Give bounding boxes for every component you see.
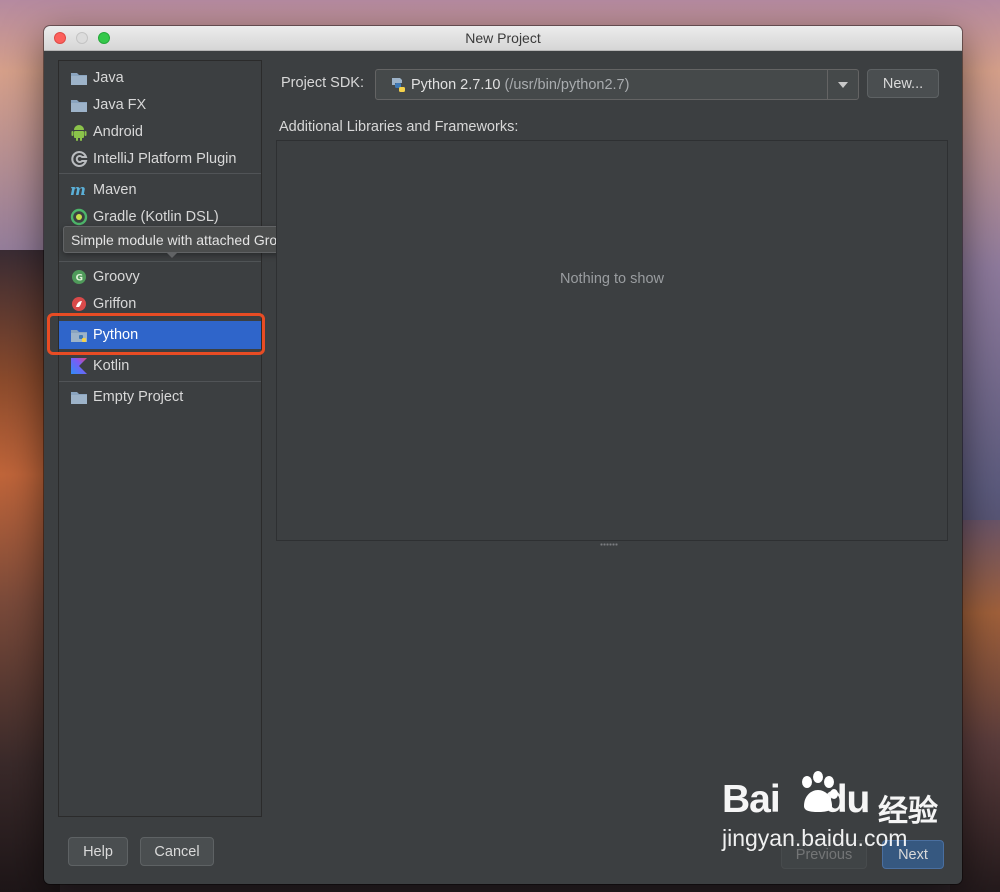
watermark-cn-text: 经验 [878, 795, 938, 828]
libraries-panel[interactable]: Nothing to show [276, 140, 948, 541]
list-item-label: Griffon [93, 296, 137, 312]
chevron-down-icon [838, 81, 848, 88]
list-item-intellij-platform-plugin[interactable]: IntelliJ Platform Plugin [59, 146, 261, 172]
libraries-label: Additional Libraries and Frameworks: [279, 119, 519, 135]
kotlin-icon [70, 357, 88, 375]
list-item-kotlin[interactable]: Kotlin [59, 353, 261, 379]
list-item-label: Android [93, 124, 143, 140]
list-item-android[interactable]: Android [59, 119, 261, 145]
list-separator [59, 173, 261, 174]
watermark-url: jingyan.baidu.com [722, 825, 908, 851]
title-bar: New Project [44, 26, 962, 51]
list-item-label: Java FX [93, 97, 147, 113]
new-project-dialog: New Project Java Java FX Android Intelli… [44, 26, 962, 884]
list-item-label: Python [93, 327, 139, 343]
list-item-empty-project[interactable]: Empty Project [59, 384, 261, 410]
list-item-label: Kotlin [93, 358, 130, 374]
project-type-list[interactable]: Java Java FX Android IntelliJ Platform P… [58, 60, 262, 817]
project-sdk-label: Project SDK: [281, 75, 364, 91]
android-icon [70, 123, 88, 141]
baidu-paw-icon [802, 771, 838, 812]
project-sdk-dropdown[interactable]: Python 2.7.10 (/usr/bin/python2.7) [375, 69, 859, 100]
groovy-icon: G [70, 268, 88, 286]
griffon-icon [70, 295, 88, 313]
window-title: New Project [465, 30, 541, 46]
list-item-label: Maven [93, 182, 137, 198]
folder-icon [70, 69, 88, 87]
folder-icon [70, 388, 88, 406]
list-item-label: Gradle (Kotlin DSL) [93, 209, 219, 225]
help-button[interactable]: Help [68, 837, 128, 866]
list-item-label: IntelliJ Platform Plugin [93, 151, 237, 167]
svg-text:G: G [76, 274, 83, 284]
list-item-java[interactable]: Java [59, 65, 261, 91]
tooltip-pointer [166, 252, 178, 258]
list-item-python[interactable]: Python [59, 321, 261, 349]
list-item-label: Groovy [93, 269, 140, 285]
plugin-icon [70, 150, 88, 168]
python-icon [389, 76, 407, 94]
splitter-grip[interactable] [600, 543, 618, 546]
list-item-java-fx[interactable]: Java FX [59, 92, 261, 118]
list-separator [59, 381, 261, 382]
cancel-button[interactable]: Cancel [140, 837, 214, 866]
svg-text:m: m [70, 182, 86, 198]
list-item-label: Empty Project [93, 389, 184, 405]
maven-icon: m [70, 181, 88, 199]
dropdown-arrow-button[interactable] [827, 70, 858, 99]
list-item-groovy[interactable]: G Groovy [59, 264, 261, 290]
new-sdk-button[interactable]: New... [867, 69, 939, 98]
python-folder-icon [70, 326, 88, 344]
folder-icon [70, 96, 88, 114]
sdk-path: (/usr/bin/python2.7) [504, 76, 630, 93]
gradle-icon [70, 208, 88, 226]
list-item-label: Java [93, 70, 124, 86]
sdk-value: Python 2.7.10 [411, 76, 501, 93]
list-item-griffon[interactable]: Griffon [59, 291, 261, 317]
list-separator [59, 261, 261, 262]
list-item-maven[interactable]: m Maven [59, 177, 261, 203]
empty-state-text: Nothing to show [560, 271, 664, 287]
